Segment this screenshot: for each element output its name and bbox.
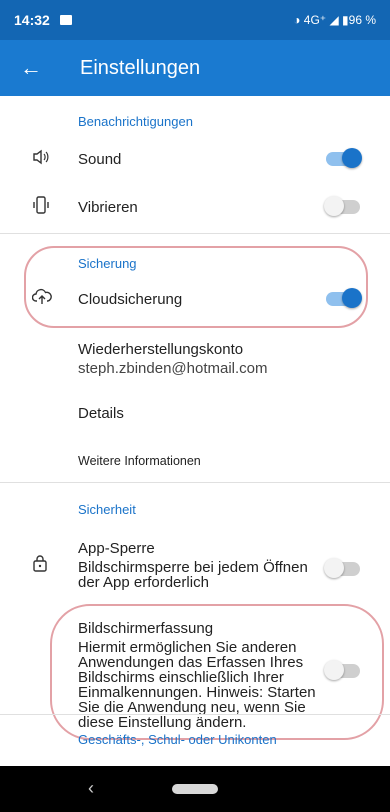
lock-icon <box>32 554 48 577</box>
image-notification-icon <box>59 15 72 25</box>
sound-toggle[interactable] <box>326 148 362 168</box>
divider <box>0 714 390 715</box>
navigation-bar: ‹ <box>0 766 390 812</box>
page-title: Einstellungen <box>80 56 201 79</box>
section-title-sicherheit: Sicherheit <box>78 502 136 517</box>
sound-label: Sound <box>78 150 122 168</box>
section-title-benachrichtigungen: Benachrichtigungen <box>78 114 193 129</box>
app-sperre-description: Bildschirmsperre bei jedem Öffnen der Ap… <box>78 559 308 591</box>
details-label: Details <box>78 404 124 422</box>
nav-back-icon[interactable]: ‹ <box>88 778 94 799</box>
vibrieren-label: Vibrieren <box>78 198 138 216</box>
status-time: 14:32 <box>14 12 50 28</box>
section-title-geschaeftskonten: Geschäfts-, Schul- oder Unikonten <box>78 732 277 747</box>
setting-row-app-sperre[interactable]: App-Sperre Bildschirmsperre bei jedem Öf… <box>0 540 390 591</box>
setting-row-vibrieren[interactable]: Vibrieren <box>0 192 390 222</box>
vibrieren-toggle[interactable] <box>324 196 360 216</box>
setting-row-sound[interactable]: Sound <box>0 144 390 174</box>
divider <box>0 482 390 483</box>
vibrate-icon <box>32 195 50 220</box>
divider <box>0 233 390 234</box>
settings-list[interactable]: Benachrichtigungen Sound Vibrieren Siche… <box>0 96 390 766</box>
home-pill[interactable] <box>172 784 218 794</box>
status-indicators: ◑ 4G⁺ ◢ ▮96 % <box>293 13 376 27</box>
back-arrow-icon[interactable]: ← <box>20 55 56 81</box>
app-bar: ← Einstellungen <box>0 40 390 96</box>
setting-row-weitere-informationen[interactable]: Weitere Informationen <box>0 446 390 476</box>
speaker-icon <box>32 149 50 170</box>
wiederherstellungskonto-email: steph.zbinden@hotmail.com <box>78 360 268 377</box>
status-bar: 14:32 ◑ 4G⁺ ◢ ▮96 % <box>0 0 390 40</box>
setting-row-wiederherstellungskonto[interactable]: Wiederherstellungskonto steph.zbinden@ho… <box>0 341 390 379</box>
annotation-circle-bildschirmerfassung <box>50 604 384 740</box>
setting-row-details[interactable]: Details <box>0 398 390 428</box>
annotation-circle-sicherung <box>24 246 368 328</box>
weitere-informationen-label: Weitere Informationen <box>78 453 201 468</box>
wiederherstellungskonto-label: Wiederherstellungskonto <box>78 341 244 358</box>
app-sperre-label: App-Sperre <box>78 540 155 557</box>
app-sperre-toggle[interactable] <box>324 558 360 578</box>
